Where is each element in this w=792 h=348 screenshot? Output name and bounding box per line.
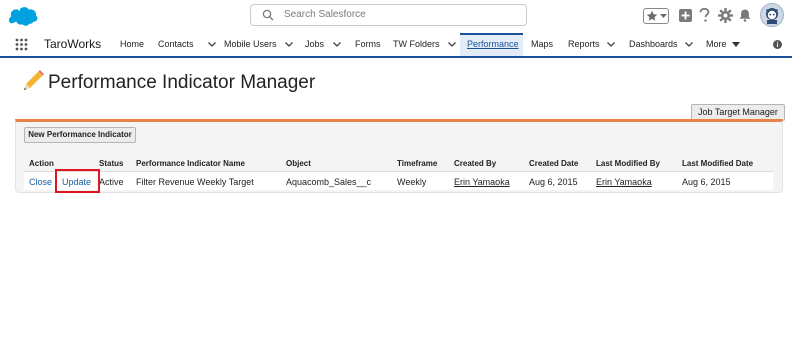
global-search-input[interactable]: Search Salesforce xyxy=(250,4,527,26)
notifications-bell-icon[interactable] xyxy=(739,9,751,22)
chevron-down-icon[interactable] xyxy=(606,42,615,48)
nav-item-label: Dashboards xyxy=(629,39,678,49)
column-header-status: Status xyxy=(99,159,124,168)
last-modified-date-cell: Aug 6, 2015 xyxy=(682,177,731,187)
nav-item-label: Reports xyxy=(568,39,600,49)
search-placeholder: Search Salesforce xyxy=(284,9,366,20)
nav-item-label: Jobs xyxy=(305,39,325,49)
pencil-icon xyxy=(24,70,44,90)
chevron-down-icon[interactable] xyxy=(447,42,456,48)
nav-item-forms[interactable]: Forms xyxy=(355,39,381,49)
nav-item-maps[interactable]: Maps xyxy=(531,39,553,49)
global-header: Search Salesforce xyxy=(0,0,792,33)
setup-gear-icon[interactable] xyxy=(718,8,733,23)
column-header-created-date: Created Date xyxy=(529,159,579,168)
nav-item-label: Contacts xyxy=(158,39,194,49)
app-launcher-icon[interactable] xyxy=(15,38,28,51)
chevron-down-icon xyxy=(660,14,667,18)
nav-item-performance[interactable]: Performance xyxy=(460,33,523,56)
nav-item-label: Performance xyxy=(467,39,519,49)
avatar-icon xyxy=(765,8,779,24)
status-cell: Active xyxy=(99,177,124,187)
nav-item-mobile-users[interactable]: Mobile Users xyxy=(224,39,293,49)
indicator-name-cell: Filter Revenue Weekly Target xyxy=(136,177,254,187)
nav-item-label: Maps xyxy=(531,39,554,49)
chevron-down-icon[interactable] xyxy=(684,42,693,48)
salesforce-logo-icon[interactable] xyxy=(8,6,38,28)
nav-item-reports[interactable]: Reports xyxy=(568,39,615,49)
column-header-created-by: Created By xyxy=(454,159,497,168)
user-avatar[interactable] xyxy=(760,3,784,27)
app-name: TaroWorks xyxy=(44,37,102,51)
caret-down-icon xyxy=(731,42,740,48)
update-highlight-box xyxy=(55,169,100,193)
object-cell: Aquacomb_Sales__c xyxy=(286,177,372,187)
created-by-link[interactable]: Erin Yamaoka xyxy=(454,177,510,187)
nav-item-more[interactable]: More xyxy=(706,39,740,49)
nav-item-label: Mobile Users xyxy=(224,39,277,49)
last-modified-by-link[interactable]: Erin Yamaoka xyxy=(596,177,652,187)
favorites-button[interactable] xyxy=(643,8,669,24)
nav-item-label: TW Folders xyxy=(393,39,440,49)
help-icon[interactable] xyxy=(699,8,710,23)
nav-item-contacts[interactable]: Contacts xyxy=(158,39,216,49)
nav-item-home[interactable]: Home xyxy=(120,39,144,49)
nav-item-jobs[interactable]: Jobs xyxy=(305,39,341,49)
star-icon xyxy=(646,10,658,21)
column-header-timeframe: Timeframe xyxy=(397,159,438,168)
nav-item-label: More xyxy=(706,39,727,49)
page-title: Performance Indicator Manager xyxy=(48,72,316,93)
nav-item-dashboards[interactable]: Dashboards xyxy=(629,39,693,49)
nav-item-label: Home xyxy=(120,39,145,49)
chevron-down-icon[interactable] xyxy=(284,42,293,48)
column-header-object: Object xyxy=(286,159,311,168)
column-header-indicator-name: Performance Indicator Name xyxy=(136,159,245,168)
chevron-down-icon[interactable] xyxy=(333,42,341,48)
global-actions-plus-icon[interactable] xyxy=(679,9,692,22)
info-icon[interactable] xyxy=(773,40,782,49)
close-link[interactable]: Close xyxy=(29,177,52,187)
nav-item-label: Forms xyxy=(355,39,381,49)
search-icon xyxy=(262,9,274,21)
timeframe-cell: Weekly xyxy=(397,177,427,187)
chevron-down-icon[interactable] xyxy=(207,42,216,48)
created-date-cell: Aug 6, 2015 xyxy=(529,177,578,187)
app-navigation-bar: TaroWorks Home Contacts Mobile Users Job… xyxy=(0,33,792,58)
new-performance-indicator-button[interactable]: New Performance Indicator xyxy=(24,127,136,143)
column-header-action: Action xyxy=(29,159,54,168)
column-header-last-modified-by: Last Modified By xyxy=(596,159,661,168)
column-header-last-modified-date: Last Modified Date xyxy=(682,159,754,168)
nav-item-tw-folders[interactable]: TW Folders xyxy=(393,39,456,49)
